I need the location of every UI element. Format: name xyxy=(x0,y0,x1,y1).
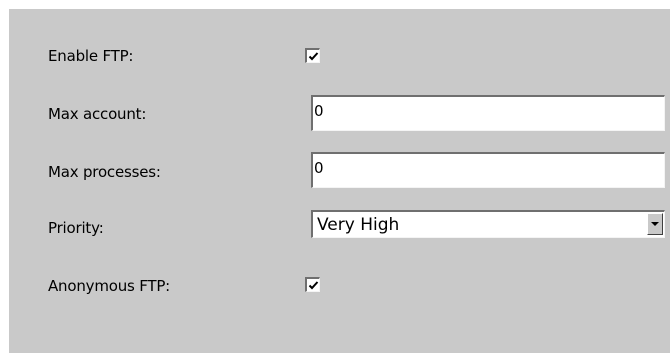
anonymous-ftp-checkbox[interactable] xyxy=(305,277,320,292)
priority-select[interactable]: Very High xyxy=(311,210,665,238)
max-processes-label: Max processes: xyxy=(48,163,161,181)
chevron-down-icon xyxy=(651,222,659,226)
enable-ftp-checkbox[interactable] xyxy=(305,48,320,63)
max-account-input[interactable]: 0 xyxy=(311,95,665,131)
checkmark-icon xyxy=(308,281,319,290)
priority-dropdown-button[interactable] xyxy=(647,213,663,235)
priority-selected-value: Very High xyxy=(317,215,400,235)
ftp-settings-panel: Enable FTP: Max account: 0 Max processes… xyxy=(9,9,670,353)
max-account-label: Max account: xyxy=(48,105,147,123)
enable-ftp-label: Enable FTP: xyxy=(48,47,134,65)
max-processes-input[interactable]: 0 xyxy=(311,152,665,188)
anonymous-ftp-label: Anonymous FTP: xyxy=(48,277,171,295)
checkmark-icon xyxy=(308,52,319,61)
priority-label: Priority: xyxy=(48,219,104,237)
